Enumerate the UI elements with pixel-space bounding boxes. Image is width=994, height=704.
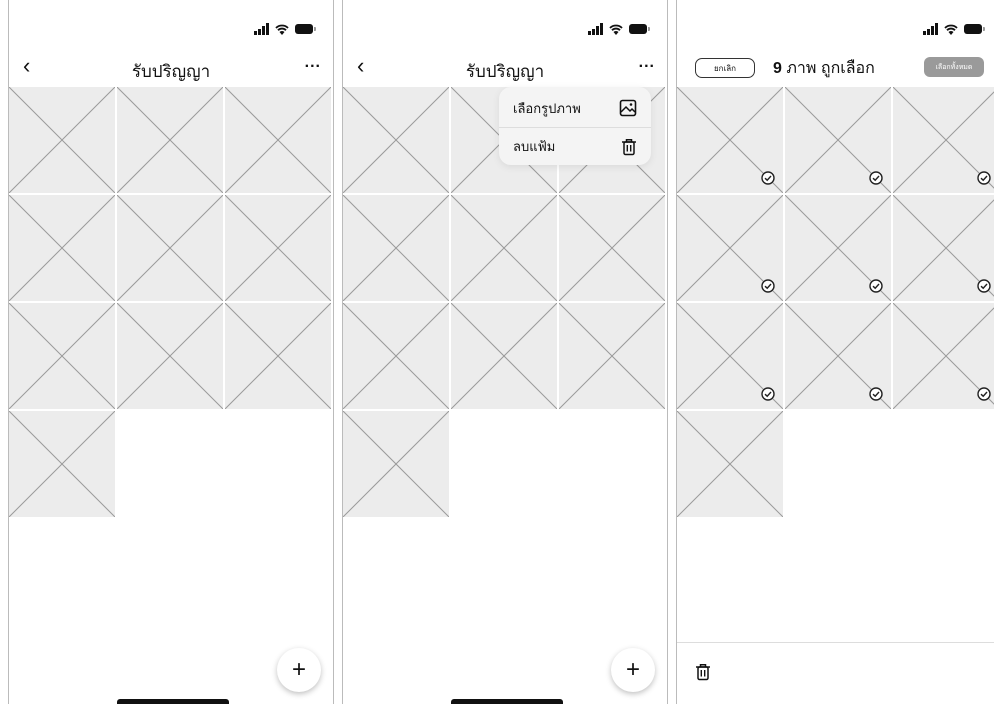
album-screen: ‹ รับปริญญา ... + bbox=[8, 0, 334, 704]
image-placeholder-icon bbox=[225, 303, 331, 409]
status-bar bbox=[923, 22, 985, 36]
add-photo-button[interactable]: + bbox=[277, 648, 321, 692]
selection-count-title: 9 ภาพ ถูกเลือก bbox=[773, 56, 875, 81]
image-placeholder-icon bbox=[225, 195, 331, 301]
image-placeholder-icon bbox=[117, 87, 223, 193]
image-icon bbox=[619, 99, 637, 117]
photo-thumbnail[interactable] bbox=[343, 195, 449, 301]
photo-thumbnail[interactable] bbox=[677, 195, 783, 301]
image-placeholder-icon bbox=[343, 303, 449, 409]
status-bar bbox=[254, 22, 316, 36]
image-placeholder-icon bbox=[117, 195, 223, 301]
image-placeholder-icon bbox=[9, 87, 115, 193]
signal-icon bbox=[588, 23, 603, 35]
add-photo-button[interactable]: + bbox=[611, 648, 655, 692]
check-circle-icon bbox=[869, 279, 883, 293]
cancel-button[interactable]: ยกเลิก bbox=[695, 58, 755, 78]
photo-thumbnail[interactable] bbox=[9, 195, 115, 301]
delete-selected-button[interactable] bbox=[695, 663, 711, 686]
photo-thumbnail[interactable] bbox=[893, 303, 994, 409]
photo-thumbnail[interactable] bbox=[9, 303, 115, 409]
menu-item-label: เลือกรูปภาพ bbox=[513, 100, 581, 116]
image-placeholder-icon bbox=[559, 195, 665, 301]
wifi-icon bbox=[609, 24, 623, 35]
check-circle-icon bbox=[977, 387, 991, 401]
image-placeholder-icon bbox=[451, 303, 557, 409]
check-circle-icon bbox=[869, 171, 883, 185]
nav-bar: ‹ รับปริญญา ... bbox=[343, 50, 667, 86]
photo-thumbnail[interactable] bbox=[225, 195, 331, 301]
trash-icon bbox=[622, 138, 636, 155]
photo-thumbnail[interactable] bbox=[451, 195, 557, 301]
photo-thumbnail[interactable] bbox=[677, 303, 783, 409]
image-placeholder-icon bbox=[9, 411, 115, 517]
photo-thumbnail[interactable] bbox=[677, 87, 783, 193]
battery-icon bbox=[295, 24, 316, 34]
home-indicator bbox=[451, 699, 563, 704]
image-placeholder-icon bbox=[343, 87, 449, 193]
options-menu: เลือกรูปภาพ ลบแฟ้ม bbox=[499, 87, 651, 165]
photo-thumbnail[interactable] bbox=[785, 303, 891, 409]
photo-thumbnail[interactable] bbox=[117, 303, 223, 409]
photo-thumbnail[interactable] bbox=[893, 195, 994, 301]
photo-thumbnail[interactable] bbox=[117, 87, 223, 193]
bottom-toolbar bbox=[677, 642, 994, 704]
page-title: รับปริญญา bbox=[465, 62, 545, 81]
image-placeholder-icon bbox=[225, 87, 331, 193]
more-options-button[interactable]: ... bbox=[305, 54, 321, 72]
home-indicator bbox=[117, 699, 229, 704]
battery-icon bbox=[964, 24, 985, 34]
photo-thumbnail[interactable] bbox=[451, 303, 557, 409]
photo-thumbnail[interactable] bbox=[225, 303, 331, 409]
status-bar bbox=[588, 22, 650, 36]
image-placeholder-icon bbox=[343, 411, 449, 517]
image-placeholder-icon bbox=[677, 411, 783, 517]
signal-icon bbox=[254, 23, 269, 35]
selection-screen: ยกเลิก 9 ภาพ ถูกเลือก เลือกทั้งหมด bbox=[676, 0, 994, 704]
more-options-button[interactable]: ... bbox=[639, 54, 655, 72]
photo-thumbnail[interactable] bbox=[785, 87, 891, 193]
image-placeholder-icon bbox=[9, 195, 115, 301]
photo-thumbnail[interactable] bbox=[893, 87, 994, 193]
image-placeholder-icon bbox=[117, 303, 223, 409]
check-circle-icon bbox=[869, 387, 883, 401]
wifi-icon bbox=[275, 24, 289, 35]
check-circle-icon bbox=[761, 279, 775, 293]
photo-thumbnail[interactable] bbox=[785, 195, 891, 301]
select-all-button[interactable]: เลือกทั้งหมด bbox=[924, 57, 984, 77]
image-placeholder-icon bbox=[559, 303, 665, 409]
menu-item-delete-folder[interactable]: ลบแฟ้ม bbox=[499, 127, 651, 165]
photo-thumbnail[interactable] bbox=[343, 411, 449, 517]
selected-count: 9 bbox=[773, 60, 782, 77]
photo-thumbnail[interactable] bbox=[9, 87, 115, 193]
check-circle-icon bbox=[761, 387, 775, 401]
image-placeholder-icon bbox=[451, 195, 557, 301]
selection-title-text: ภาพ ถูกเลือก bbox=[786, 60, 875, 77]
check-circle-icon bbox=[761, 171, 775, 185]
trash-icon bbox=[696, 664, 710, 681]
photo-thumbnail[interactable] bbox=[225, 87, 331, 193]
check-circle-icon bbox=[977, 171, 991, 185]
image-placeholder-icon bbox=[9, 303, 115, 409]
photo-thumbnail[interactable] bbox=[343, 303, 449, 409]
image-placeholder-icon bbox=[343, 195, 449, 301]
album-menu-screen: ‹ รับปริญญา ... เลือกรูปภาพ ลบแฟ้ม + bbox=[342, 0, 668, 704]
menu-item-label: ลบแฟ้ม bbox=[513, 139, 556, 154]
menu-item-select-photos[interactable]: เลือกรูปภาพ bbox=[499, 89, 651, 127]
photo-thumbnail[interactable] bbox=[677, 411, 783, 517]
check-circle-icon bbox=[977, 279, 991, 293]
photo-thumbnail[interactable] bbox=[117, 195, 223, 301]
photo-thumbnail[interactable] bbox=[559, 195, 665, 301]
nav-bar: ‹ รับปริญญา ... bbox=[9, 50, 333, 86]
battery-icon bbox=[629, 24, 650, 34]
signal-icon bbox=[923, 23, 938, 35]
photo-thumbnail[interactable] bbox=[343, 87, 449, 193]
page-title: รับปริญญา bbox=[131, 62, 211, 81]
wifi-icon bbox=[944, 24, 958, 35]
photo-thumbnail[interactable] bbox=[9, 411, 115, 517]
photo-thumbnail[interactable] bbox=[559, 303, 665, 409]
